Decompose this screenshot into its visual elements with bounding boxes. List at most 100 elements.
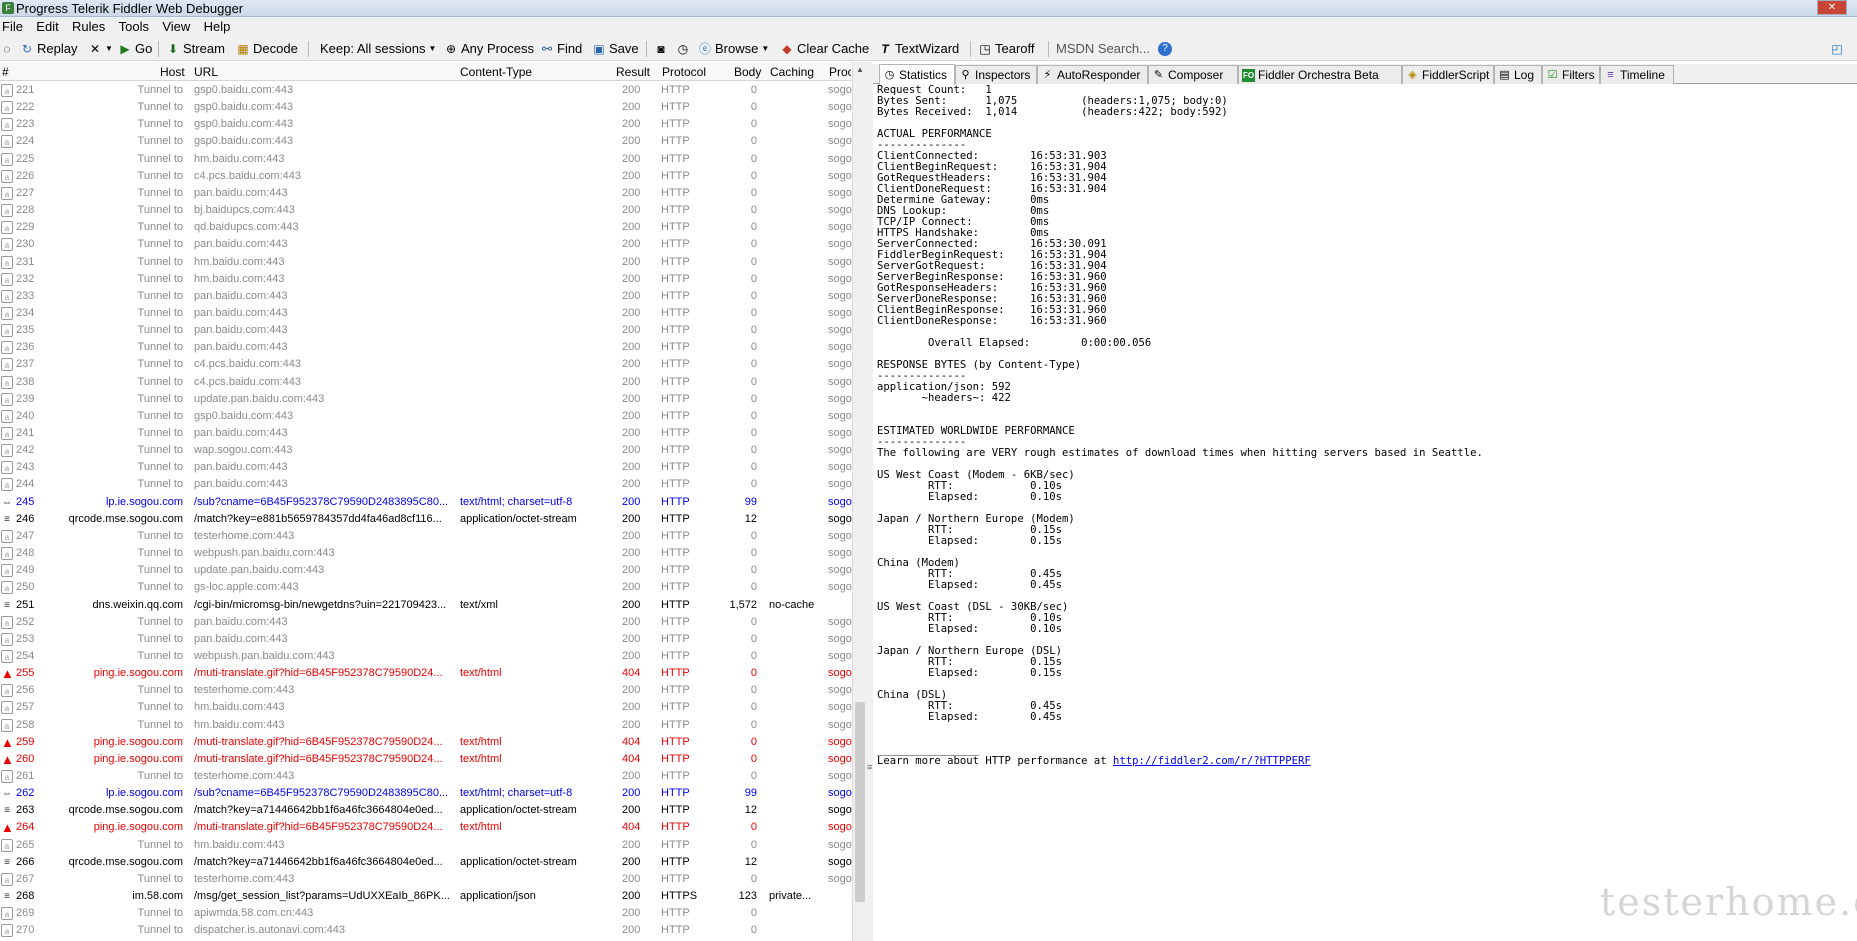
menu-view[interactable]: View: [160, 17, 196, 37]
session-row[interactable]: a 234 Tunnel to pan.baidu.com:443 200 HTTP 0 so…: [0, 305, 852, 322]
column-header-url[interactable]: URL: [194, 65, 218, 79]
session-row[interactable]: a 236 Tunnel to pan.baidu.com:443 200 HTTP 0 so…: [0, 339, 852, 356]
session-row[interactable]: a 239 Tunnel to update.pan.baidu.com:443 200…: [0, 391, 852, 408]
browse-button[interactable]: ⓔ Browse ▼: [698, 40, 769, 58]
session-row[interactable]: a 240 Tunnel to gsp0.baidu.com:443 200 HTTP 0 s…: [0, 408, 852, 425]
session-process: sogo: [828, 409, 852, 422]
session-row[interactable]: a 238 Tunnel to c4.pcs.baidu.com:443 200 HTTP…: [0, 374, 852, 391]
column-header-process[interactable]: Proce: [829, 65, 851, 79]
session-row[interactable]: a 248 Tunnel to webpush.pan.baidu.com:443 20…: [0, 545, 852, 562]
session-row[interactable]: a 256 Tunnel to testerhome.com:443 200 HTTP 0 s…: [0, 682, 852, 699]
session-row[interactable]: a 241 Tunnel to pan.baidu.com:443 200 HTTP 0 so…: [0, 425, 852, 442]
menu-edit[interactable]: Edit: [34, 17, 64, 37]
session-row[interactable]: a 257 Tunnel to hm.baidu.com:443 200 HTTP 0 sog…: [0, 699, 852, 716]
tab-fiddlerscript[interactable]: ◈ FiddlerScript: [1402, 65, 1494, 84]
session-row[interactable]: a 221 Tunnel to gsp0.baidu.com:443 200 HTTP 0 s…: [0, 82, 852, 99]
tab-statistics[interactable]: ◷ Statistics: [879, 64, 955, 85]
session-row[interactable]: a 233 Tunnel to pan.baidu.com:443 200 HTTP 0 so…: [0, 288, 852, 305]
pane-splitter[interactable]: ≡: [866, 62, 873, 941]
go-button[interactable]: ▶ Go: [118, 40, 152, 58]
help-button[interactable]: ?: [1158, 40, 1172, 58]
session-row[interactable]: a 227 Tunnel to pan.baidu.com:443 200 HTTP 0 so…: [0, 185, 852, 202]
session-row[interactable]: a 232 Tunnel to hm.baidu.com:443 200 HTTP 0 sog…: [0, 271, 852, 288]
session-row[interactable]: a 267 Tunnel to testerhome.com:443 200 HTTP 0 s…: [0, 871, 852, 888]
session-row[interactable]: a 222 Tunnel to gsp0.baidu.com:443 200 HTTP 0 s…: [0, 99, 852, 116]
find-button[interactable]: ⚯ Find: [540, 40, 582, 58]
session-row[interactable]: a 228 Tunnel to bj.baidupcs.com:443 200 HTTP 0…: [0, 202, 852, 219]
screenshot-button[interactable]: ◙: [654, 40, 668, 58]
clear-cache-button[interactable]: ◆ Clear Cache: [780, 40, 869, 58]
timer-button[interactable]: ◷: [676, 40, 690, 58]
decode-button[interactable]: ▦ Decode: [236, 40, 297, 58]
replay-button[interactable]: ↻ Replay: [20, 40, 78, 58]
textwizard-button[interactable]: T TextWizard: [878, 40, 959, 58]
session-row[interactable]: a 243 Tunnel to pan.baidu.com:443 200 HTTP 0 so…: [0, 459, 852, 476]
close-window-button[interactable]: ✕: [1817, 0, 1847, 15]
tearoff-button[interactable]: ◳ Tearoff: [978, 40, 1034, 58]
session-row[interactable]: a 270 Tunnel to dispatcher.is.autonavi.com:…: [0, 922, 852, 939]
menu-tools[interactable]: Tools: [117, 17, 155, 37]
column-header-body[interactable]: Body: [734, 65, 761, 79]
tab-log[interactable]: ▤ Log: [1494, 65, 1542, 84]
session-row[interactable]: a 254 Tunnel to webpush.pan.baidu.com:443 20…: [0, 648, 852, 665]
session-row[interactable]: a 237 Tunnel to c4.pcs.baidu.com:443 200 HTTP…: [0, 356, 852, 373]
session-row[interactable]: a 223 Tunnel to gsp0.baidu.com:443 200 HTTP 0 s…: [0, 116, 852, 133]
msdn-search-input[interactable]: MSDN Search...: [1056, 40, 1150, 58]
tab-filters[interactable]: ☑ Filters: [1542, 65, 1600, 84]
session-row[interactable]: a 225 Tunnel to hm.baidu.com:443 200 HTTP 0 sog…: [0, 151, 852, 168]
remove-button[interactable]: ✕ ▼: [88, 40, 113, 58]
session-row[interactable]: a 226 Tunnel to c4.pcs.baidu.com:443 200 HTTP…: [0, 168, 852, 185]
scrollbar-thumb[interactable]: [855, 702, 865, 902]
save-button[interactable]: ▣ Save: [592, 40, 638, 58]
session-row[interactable]: ▲ 259 ping.ie.sogou.com/muti-translate.gif…: [0, 734, 852, 751]
tab-inspectors[interactable]: ⚲ Inspectors: [955, 65, 1037, 84]
session-row[interactable]: a 253 Tunnel to pan.baidu.com:443 200 HTTP 0 so…: [0, 631, 852, 648]
any-process-button[interactable]: ⊕ Any Process: [444, 40, 534, 58]
session-row[interactable]: a 231 Tunnel to hm.baidu.com:443 200 HTTP 0 sog…: [0, 254, 852, 271]
session-row[interactable]: ⇔ 262 lp.ie.sogou.com/sub?cname=6B45F95237…: [0, 785, 852, 802]
session-row[interactable]: a 235 Tunnel to pan.baidu.com:443 200 HTTP 0 so…: [0, 322, 852, 339]
menu-file[interactable]: File: [0, 17, 29, 37]
session-row[interactable]: a 229 Tunnel to qd.baidupcs.com:443 200 HTTP 0…: [0, 219, 852, 236]
column-header-protocol[interactable]: Protocol: [662, 65, 706, 79]
session-row[interactable]: a 252 Tunnel to pan.baidu.com:443 200 HTTP 0 so…: [0, 614, 852, 631]
session-row[interactable]: a 247 Tunnel to testerhome.com:443 200 HTTP 0 s…: [0, 528, 852, 545]
session-row[interactable]: ≡ 246 qrcode.mse.sogou.com/match?key=e881b…: [0, 511, 852, 528]
sessions-scrollbar[interactable]: ▲: [852, 62, 866, 941]
session-row[interactable]: a 258 Tunnel to hm.baidu.com:443 200 HTTP 0 sog…: [0, 717, 852, 734]
session-row[interactable]: ▲ 255 ping.ie.sogou.com/muti-translate.gif…: [0, 665, 852, 682]
tab-timeline[interactable]: ≡ Timeline: [1600, 65, 1674, 84]
session-row[interactable]: a 224 Tunnel to gsp0.baidu.com:443 200 HTTP 0 s…: [0, 133, 852, 150]
stream-button[interactable]: ⬇ Stream: [166, 40, 225, 58]
tab-composer[interactable]: ✎ Composer: [1148, 65, 1238, 84]
keep-sessions-dropdown[interactable]: Keep: All sessions ▼: [320, 40, 436, 58]
column-header-number[interactable]: #: [2, 65, 9, 79]
column-header-host[interactable]: Host: [160, 65, 185, 79]
tab-fiddler-orchestra[interactable]: FO Fiddler Orchestra Beta: [1238, 65, 1402, 84]
session-row[interactable]: a 244 Tunnel to pan.baidu.com:443 200 HTTP 0 so…: [0, 476, 852, 493]
column-header-content-type[interactable]: Content-Type: [460, 65, 532, 79]
column-header-result[interactable]: Result: [616, 65, 650, 79]
session-row[interactable]: a 242 Tunnel to wap.sogou.com:443 200 HTTP 0 so…: [0, 442, 852, 459]
comment-icon[interactable]: ◌: [0, 42, 14, 56]
session-row[interactable]: ≡ 251 dns.weixin.qq.com/cgi-bin/micromsg-b…: [0, 597, 852, 614]
session-row[interactable]: ▲ 264 ping.ie.sogou.com/muti-translate.gif…: [0, 819, 852, 836]
session-row[interactable]: a 230 Tunnel to pan.baidu.com:443 200 HTTP 0 so…: [0, 236, 852, 253]
online-button[interactable]: ◰: [1830, 40, 1844, 58]
session-row[interactable]: ≡ 263 qrcode.mse.sogou.com/match?key=a7144…: [0, 802, 852, 819]
session-row[interactable]: a 250 Tunnel to gs-loc.apple.com:443 200 HTTP…: [0, 579, 852, 596]
session-row[interactable]: ≡ 266 qrcode.mse.sogou.com/match?key=a7144…: [0, 854, 852, 871]
session-row[interactable]: ⇔ 245 lp.ie.sogou.com/sub?cname=6B45F95237…: [0, 494, 852, 511]
tab-autoresponder[interactable]: ⚡ AutoResponder: [1037, 65, 1148, 84]
session-row[interactable]: ▲ 260 ping.ie.sogou.com/muti-translate.gif…: [0, 751, 852, 768]
column-header-caching[interactable]: Caching: [770, 65, 814, 79]
session-row[interactable]: ≡ 268 im.58.com/msg/get_session_list?param…: [0, 888, 852, 905]
session-row[interactable]: a 261 Tunnel to testerhome.com:443 200 HTTP 0 s…: [0, 768, 852, 785]
scroll-up-icon[interactable]: ▲: [853, 62, 867, 77]
menu-rules[interactable]: Rules: [70, 17, 111, 37]
session-row[interactable]: a 249 Tunnel to update.pan.baidu.com:443 200…: [0, 562, 852, 579]
httpperf-link[interactable]: http://fiddler2.com/r/?HTTPPERF: [1113, 755, 1311, 767]
menu-help[interactable]: Help: [202, 17, 237, 37]
session-row[interactable]: a 269 Tunnel to apiwmda.58.com.cn:443 200 HTT…: [0, 905, 852, 922]
session-row[interactable]: a 265 Tunnel to hm.baidu.com:443 200 HTTP 0 sog…: [0, 837, 852, 854]
